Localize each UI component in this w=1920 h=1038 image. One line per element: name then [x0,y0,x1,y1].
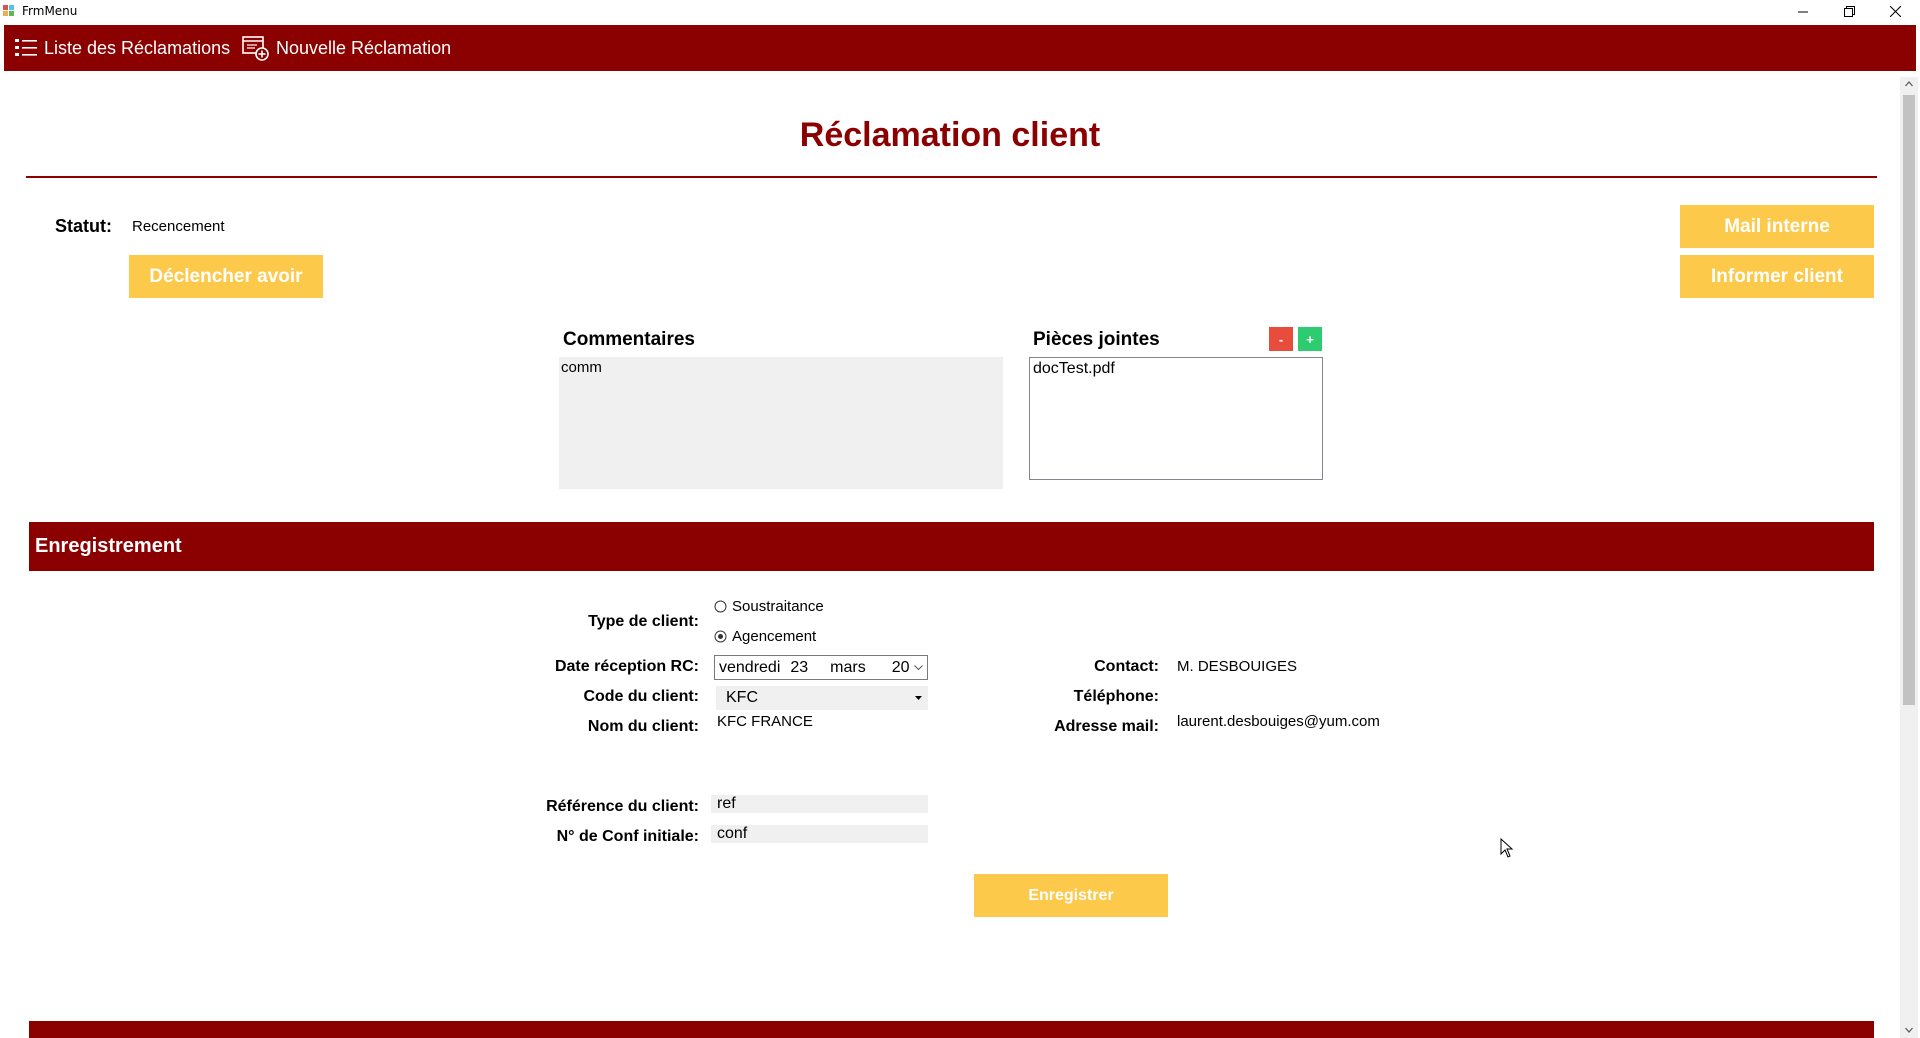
menu-nouvelle-label: Nouvelle Réclamation [276,37,452,58]
conf-initiale-input[interactable]: conf [711,825,928,843]
radio-checked-icon [714,630,727,643]
new-form-icon [242,36,269,61]
scroll-up-icon[interactable] [1905,81,1913,87]
adresse-mail-label: Adresse mail: [1054,718,1159,735]
mouse-cursor-icon [1500,838,1514,858]
date-day-name: vendredi [719,658,781,676]
radio-soustraitance[interactable]: Soustraitance [714,598,824,615]
contact-label: Contact: [1094,658,1159,675]
radio-agencement-label: Agencement [732,628,817,645]
restore-button[interactable] [1826,0,1872,22]
date-reception-label: Date réception RC: [554,658,699,675]
type-client-label: Type de client: [588,613,699,630]
section-title: Enregistrement [35,535,182,557]
date-day: 23 [790,658,809,676]
section-header-next [29,1021,1874,1038]
remove-attachment-button[interactable]: - [1269,327,1293,351]
attachments-label: Pièces jointes [1033,329,1160,350]
nom-client-label: Nom du client: [587,718,699,735]
restore-icon [1843,5,1855,17]
radio-agencement[interactable]: Agencement [714,628,816,645]
app-icon [3,5,14,16]
vertical-scrollbar[interactable] [1900,77,1918,1038]
code-client-label: Code du client: [583,688,699,705]
window-title: FrmMenu [22,4,78,18]
menu-liste-label: Liste des Réclamations [44,37,231,58]
radio-soustraitance-label: Soustraitance [732,598,824,615]
close-window-button[interactable] [1872,0,1918,22]
comments-textarea[interactable]: comm [559,357,1003,489]
minimize-button[interactable] [1780,0,1826,22]
close-icon [1889,5,1901,17]
telephone-label: Téléphone: [1073,688,1159,705]
radio-unchecked-icon [714,600,727,613]
menu-liste-reclamations[interactable]: Liste des Réclamations [14,25,230,71]
title-divider [26,176,1877,178]
declencher-avoir-button[interactable]: Déclencher avoir [129,255,323,298]
attachments-list[interactable]: docTest.pdf [1029,357,1323,480]
reference-client-input[interactable]: ref [711,795,928,813]
adresse-mail-value: laurent.desbouiges@yum.com [1177,713,1380,730]
page-title: Réclamation client [799,116,1101,154]
nom-client-value: KFC FRANCE [717,713,813,730]
window-title-bar: FrmMenu [0,0,1920,22]
list-icon [15,39,37,56]
status-label: Statut: [55,216,112,236]
menu-nouvelle-reclamation[interactable]: Nouvelle Réclamation [242,25,451,71]
section-header-enregistrement: Enregistrement [29,522,1874,571]
contact-value: M. DESBOUIGES [1177,658,1298,675]
attachment-item[interactable]: docTest.pdf [1033,360,1319,378]
minimize-icon [1798,11,1808,13]
informer-client-button[interactable]: Informer client [1680,255,1874,298]
mail-interne-button[interactable]: Mail interne [1680,205,1874,248]
reference-client-label: Référence du client: [546,798,699,815]
add-attachment-button[interactable]: + [1298,327,1322,351]
status-value: Recencement [132,218,225,235]
enregistrer-button[interactable]: Enregistrer [974,874,1168,917]
code-client-value: KFC [726,689,758,706]
conf-initiale-label: N° de Conf initiale: [556,828,699,845]
menu-bar: Liste des Réclamations Nouvelle Réclamat… [4,25,1916,71]
scrollbar-thumb[interactable] [1903,95,1915,705]
comments-label: Commentaires [563,329,695,350]
scroll-down-icon[interactable] [1905,1027,1913,1033]
